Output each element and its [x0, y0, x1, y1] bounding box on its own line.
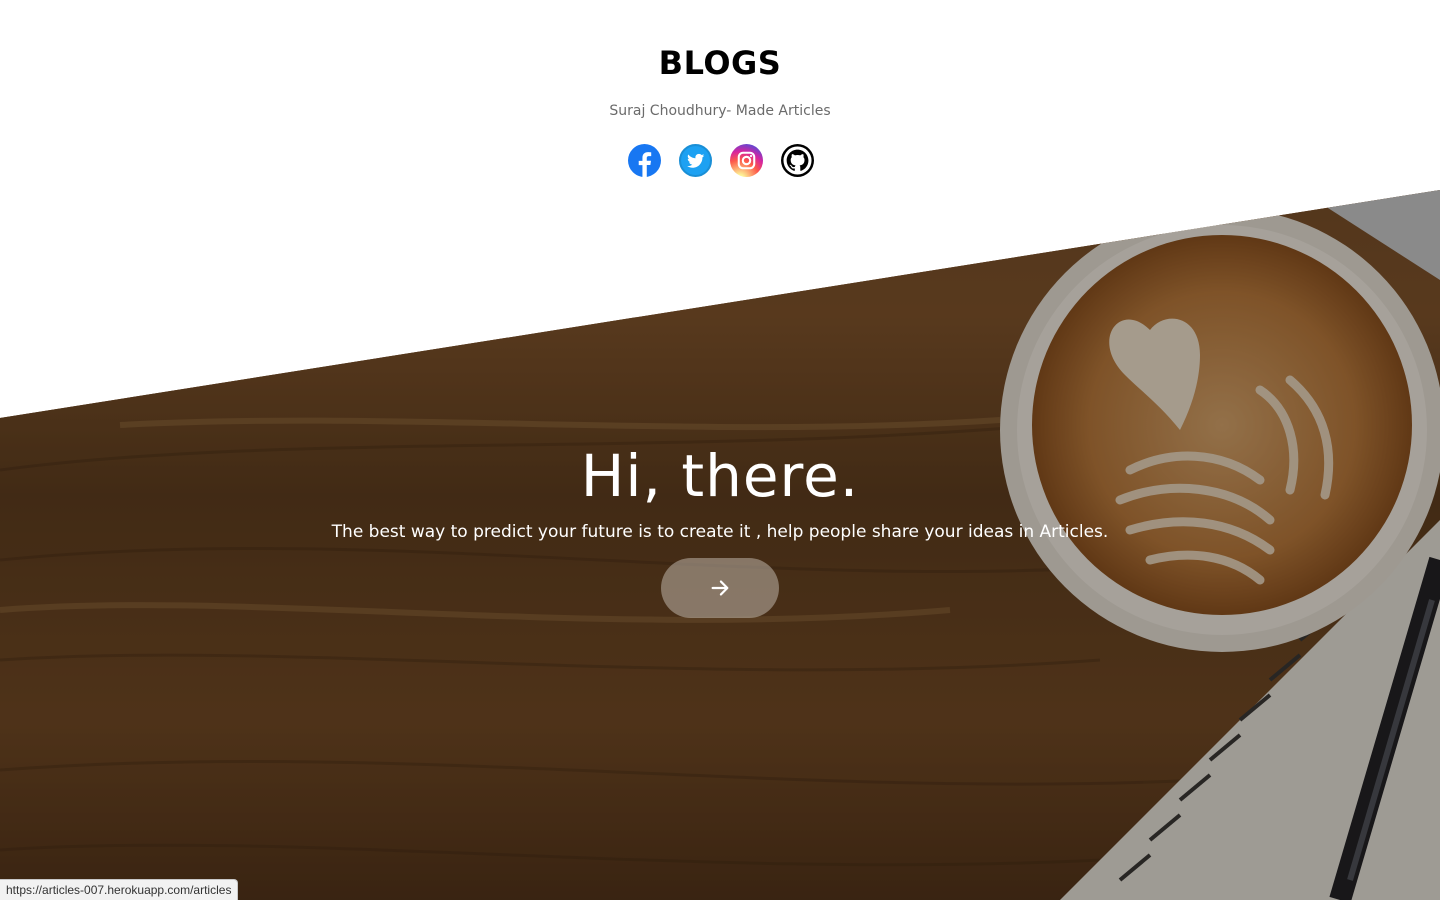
twitter-icon — [679, 144, 712, 177]
browser-status-bar: https://articles-007.herokuapp.com/artic… — [0, 879, 239, 900]
hero-title: Hi, there. — [580, 442, 860, 510]
site-title: BLOGS — [658, 44, 782, 82]
github-icon — [781, 144, 814, 177]
facebook-link[interactable] — [628, 144, 661, 177]
site-subtitle: Suraj Choudhury- Made Articles — [609, 103, 831, 119]
enter-articles-button[interactable] — [661, 558, 779, 618]
hero-tagline: The best way to predict your future is t… — [331, 522, 1109, 542]
instagram-icon — [730, 144, 763, 177]
facebook-icon — [628, 144, 661, 177]
social-links — [628, 144, 814, 178]
twitter-link[interactable] — [679, 144, 712, 177]
instagram-link[interactable] — [730, 144, 763, 177]
arrow-right-icon — [711, 580, 729, 596]
github-link[interactable] — [781, 144, 814, 177]
site-header: BLOGS Suraj Choudhury- Made Articles — [0, 0, 1440, 200]
